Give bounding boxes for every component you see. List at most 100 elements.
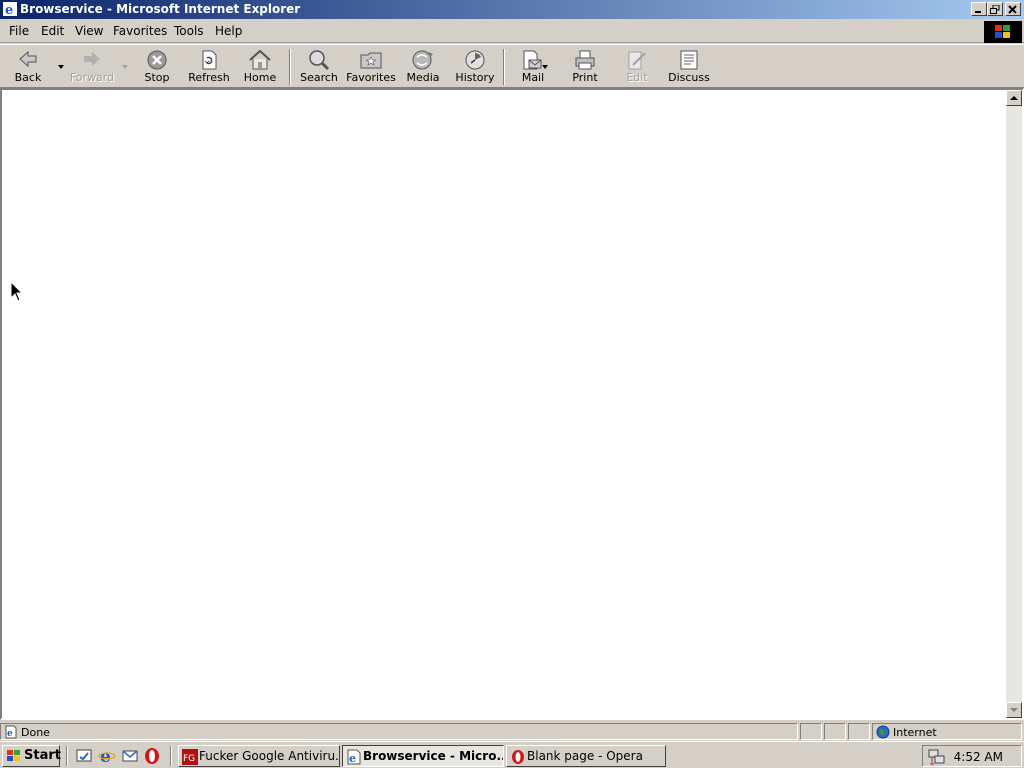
opera-icon[interactable] xyxy=(143,747,161,765)
discuss-button[interactable]: Discuss xyxy=(663,47,715,87)
quicklaunch-separator xyxy=(170,746,172,766)
status-panel-empty xyxy=(824,723,846,740)
title-bar[interactable]: e Browservice - Microsoft Internet Explo… xyxy=(0,0,1024,19)
edit-label: Edit xyxy=(626,71,648,84)
menu-tools[interactable]: Tools xyxy=(174,24,204,38)
stop-label: Stop xyxy=(144,71,170,84)
back-arrow-icon xyxy=(19,50,37,68)
mail-label: Mail xyxy=(521,71,545,84)
menu-view[interactable]: View xyxy=(75,24,103,38)
system-tray: 4:52 AM xyxy=(922,745,1022,767)
forward-button[interactable]: Forward xyxy=(66,47,118,87)
mail-button[interactable]: Mail xyxy=(507,47,559,87)
menu-bar: File Edit View Favorites Tools Help xyxy=(0,19,1024,43)
menu-file[interactable]: File xyxy=(9,24,29,38)
svg-text:e: e xyxy=(5,3,13,16)
print-label: Print xyxy=(572,71,598,84)
outlook-express-icon[interactable] xyxy=(121,747,139,765)
windows-logo xyxy=(984,21,1022,43)
window-title: Browservice - Microsoft Internet Explore… xyxy=(20,2,301,16)
menu-edit[interactable]: Edit xyxy=(41,24,64,38)
back-label: Back xyxy=(14,71,42,84)
svg-text:FG: FG xyxy=(183,754,195,764)
restore-icon xyxy=(990,5,1000,14)
print-button[interactable]: Print xyxy=(559,47,611,87)
refresh-label: Refresh xyxy=(188,71,230,84)
task-button-browservice[interactable]: e Browservice - Micro... xyxy=(342,745,504,767)
network-connection-icon[interactable] xyxy=(928,748,946,766)
home-icon xyxy=(249,49,271,70)
print-icon xyxy=(575,50,595,70)
forward-arrow-icon xyxy=(84,52,100,66)
scroll-down-button[interactable] xyxy=(1006,702,1022,718)
refresh-button[interactable]: Refresh xyxy=(183,47,235,87)
history-icon xyxy=(465,50,485,70)
page-content-area[interactable] xyxy=(0,88,1024,720)
security-zone-text: Internet xyxy=(893,726,937,739)
minimize-button[interactable] xyxy=(971,2,987,16)
favorites-icon xyxy=(360,52,382,69)
back-button[interactable]: Back xyxy=(2,47,54,87)
search-button[interactable]: Search xyxy=(293,47,345,87)
stop-icon xyxy=(147,50,167,70)
svg-text:e: e xyxy=(7,729,13,739)
fg-app-icon: FG xyxy=(182,749,198,765)
windows-flag-icon xyxy=(7,750,20,761)
edit-icon xyxy=(628,51,646,70)
search-icon xyxy=(309,50,330,71)
toolbar-separator xyxy=(289,49,291,85)
task-label: Fucker Google Antiviru... xyxy=(199,749,340,763)
status-panel: e Done xyxy=(0,723,798,740)
internet-globe-icon xyxy=(876,725,890,739)
favorites-button[interactable]: Favorites xyxy=(345,47,397,87)
media-button[interactable]: Media xyxy=(397,47,449,87)
discuss-icon xyxy=(680,50,698,70)
media-icon xyxy=(412,50,433,70)
scroll-up-button[interactable] xyxy=(1006,90,1022,106)
scroll-up-arrow-icon xyxy=(1010,96,1018,100)
status-panel-empty xyxy=(800,723,822,740)
status-text: Done xyxy=(21,726,50,739)
task-button-opera[interactable]: Blank page - Opera xyxy=(506,745,666,767)
edit-button[interactable]: Edit xyxy=(611,47,663,87)
restore-button[interactable] xyxy=(987,2,1003,16)
toolbar-separator xyxy=(503,49,505,85)
forward-dropdown-icon[interactable] xyxy=(121,63,129,71)
status-bar: e Done Internet xyxy=(0,721,1024,741)
svg-text:e: e xyxy=(349,752,356,765)
windows-flag-icon xyxy=(995,25,1010,38)
mouse-cursor-icon xyxy=(10,281,24,302)
status-panel-empty xyxy=(848,723,870,740)
close-button[interactable] xyxy=(1005,2,1021,16)
internet-explorer-icon[interactable]: e xyxy=(98,747,116,765)
mail-dropdown-icon[interactable] xyxy=(541,63,549,71)
menu-favorites[interactable]: Favorites xyxy=(113,24,167,38)
history-button[interactable]: History xyxy=(449,47,501,87)
opera-icon xyxy=(512,750,524,764)
ie-icon: e xyxy=(3,2,17,16)
vertical-scrollbar[interactable] xyxy=(1006,90,1022,718)
ie-icon: e xyxy=(347,749,361,765)
task-label: Blank page - Opera xyxy=(527,749,643,763)
task-button-fg[interactable]: FG Fucker Google Antiviru... xyxy=(178,745,340,767)
standard-toolbar: Back Forward Stop Refresh Home Search Fa… xyxy=(0,44,1024,88)
svg-text:e: e xyxy=(100,747,111,765)
refresh-icon xyxy=(202,50,217,70)
minimize-icon xyxy=(975,11,981,13)
forward-label: Forward xyxy=(69,71,115,84)
home-button[interactable]: Home xyxy=(234,47,286,87)
start-button[interactable]: Start xyxy=(2,745,61,767)
clock[interactable]: 4:52 AM xyxy=(954,750,1003,764)
taskbar: Start e FG Fucker Google Antiviru... e B… xyxy=(0,741,1024,768)
start-label: Start xyxy=(24,748,61,763)
menu-help[interactable]: Help xyxy=(215,24,242,38)
zone-panel[interactable]: Internet xyxy=(872,723,1022,740)
stop-button[interactable]: Stop xyxy=(131,47,183,87)
home-label: Home xyxy=(243,71,277,84)
close-icon xyxy=(1008,5,1017,14)
scroll-down-arrow-icon xyxy=(1010,708,1018,712)
history-label: History xyxy=(455,71,495,84)
back-dropdown-icon[interactable] xyxy=(57,63,65,71)
search-label: Search xyxy=(300,71,338,84)
show-desktop-icon[interactable] xyxy=(75,747,93,765)
